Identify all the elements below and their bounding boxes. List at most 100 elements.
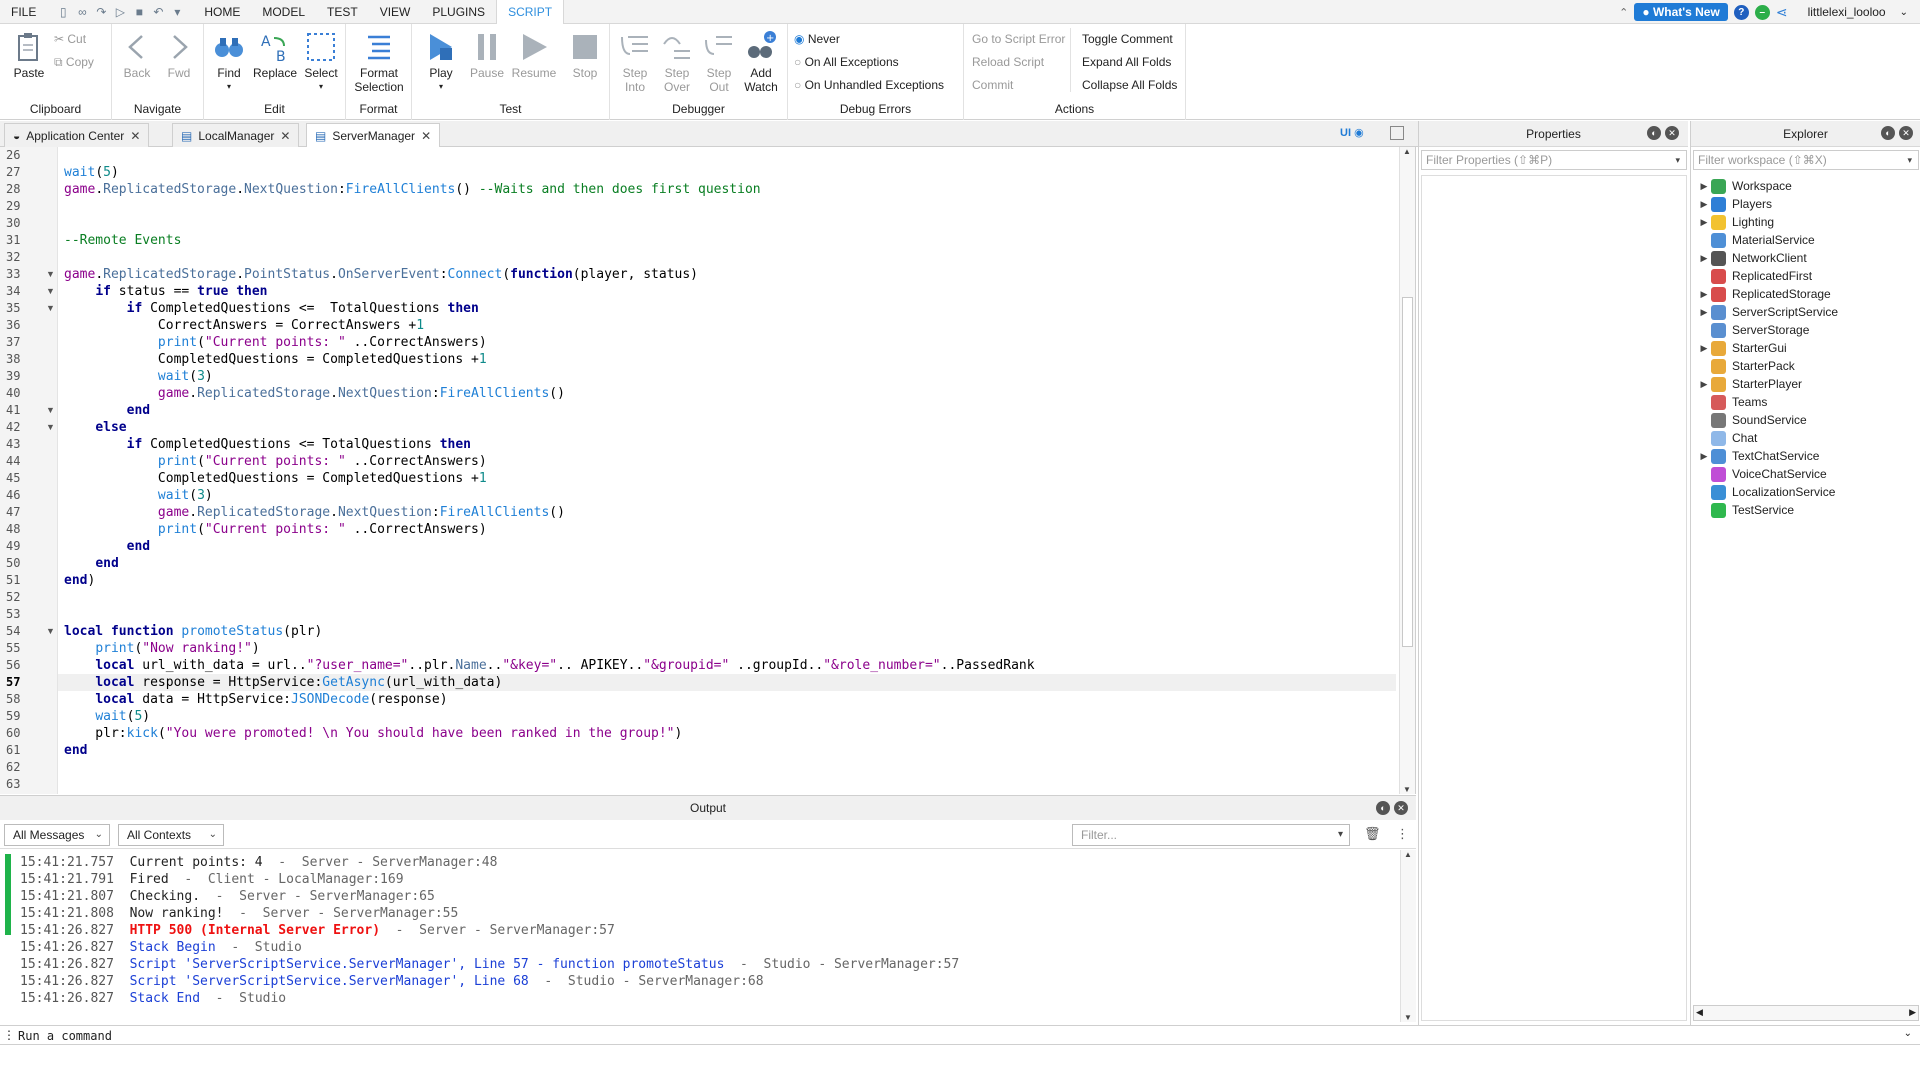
customize-chevron-icon[interactable]: ▾: [169, 4, 185, 20]
contexts-filter-dropdown[interactable]: All Contexts ⌄: [118, 824, 224, 846]
pause-button[interactable]: Pause: [466, 30, 508, 80]
close-panel-icon[interactable]: ✕: [1665, 126, 1679, 140]
menu-file[interactable]: FILE: [0, 0, 47, 24]
forward-button[interactable]: Fwd: [158, 30, 200, 80]
log-line[interactable]: 15:41:21.807 Checking. - Server - Server…: [20, 888, 435, 905]
scroll-up-icon[interactable]: ▲: [1403, 147, 1411, 156]
toggle-comment-button[interactable]: Toggle Comment: [1082, 31, 1173, 47]
binoculars-icon[interactable]: ∞: [74, 4, 90, 20]
explorer-item[interactable]: ▶ ServerScriptService: [1697, 303, 1838, 321]
expand-arrow-icon[interactable]: ▶: [1697, 177, 1711, 195]
output-filter-input[interactable]: Filter... ▾: [1072, 824, 1350, 846]
scroll-up-icon[interactable]: ▲: [1404, 850, 1412, 859]
explorer-hscrollbar[interactable]: ◀ ▶: [1693, 1005, 1919, 1021]
explorer-item[interactable]: MaterialService: [1697, 231, 1815, 249]
scroll-right-icon[interactable]: ▶: [1909, 1007, 1916, 1018]
fold-toggle-icon[interactable]: ▼: [46, 402, 55, 419]
more-options-icon[interactable]: ⋮: [1396, 826, 1409, 842]
log-line[interactable]: 15:41:21.808 Now ranking! - Server - Ser…: [20, 905, 458, 922]
menu-script[interactable]: SCRIPT: [496, 0, 565, 24]
reload-script-button[interactable]: Reload Script: [972, 54, 1044, 70]
scroll-down-icon[interactable]: ▼: [1404, 1013, 1412, 1022]
explorer-item[interactable]: ▶ StarterGui: [1697, 339, 1787, 357]
menu-plugins[interactable]: PLUGINS: [421, 0, 496, 24]
log-line[interactable]: 15:41:26.827 Script 'ServerScriptService…: [20, 956, 959, 973]
float-panel-icon[interactable]: ◐: [1647, 126, 1661, 140]
explorer-item[interactable]: StarterPack: [1697, 357, 1795, 375]
properties-filter-input[interactable]: Filter Properties (⇧⌘P) ▾: [1421, 150, 1687, 170]
copy-button[interactable]: ⧉ Copy: [54, 54, 94, 70]
username[interactable]: littlelexi_looloo: [1808, 5, 1886, 19]
step-over-button[interactable]: Step Over: [656, 30, 698, 94]
close-icon[interactable]: ✕: [280, 129, 290, 143]
messages-filter-dropdown[interactable]: All Messages ⌄: [4, 824, 110, 846]
new-file-icon[interactable]: ▯: [55, 4, 71, 20]
explorer-item[interactable]: LocalizationService: [1697, 483, 1835, 501]
explorer-item[interactable]: VoiceChatService: [1697, 465, 1827, 483]
split-view-icon[interactable]: [1390, 126, 1404, 140]
fold-toggle-icon[interactable]: ▼: [46, 283, 55, 300]
scroll-left-icon[interactable]: ◀: [1696, 1007, 1703, 1018]
editor-scrollbar-thumb[interactable]: [1402, 297, 1413, 647]
float-panel-icon[interactable]: ◐: [1881, 126, 1895, 140]
expand-arrow-icon[interactable]: ▶: [1697, 447, 1711, 465]
code-editor[interactable]: 26 27 28 29 30 31 32 33 34 35 36 37 38 39 40 41 42 43 44 45…: [0, 147, 1416, 794]
explorer-item[interactable]: ▶ StarterPlayer: [1697, 375, 1802, 393]
menu-test[interactable]: TEST: [316, 0, 369, 24]
expand-arrow-icon[interactable]: ▶: [1697, 285, 1711, 303]
fold-toggle-icon[interactable]: ▼: [46, 419, 55, 436]
fold-toggle-icon[interactable]: ▼: [46, 266, 55, 283]
output-scrollbar[interactable]: ▲ ▼: [1400, 850, 1416, 1022]
expand-arrow-icon[interactable]: ▶: [1697, 213, 1711, 231]
close-panel-icon[interactable]: ✕: [1899, 126, 1913, 140]
log-line[interactable]: 15:41:21.757 Current points: 4 - Server …: [20, 854, 497, 871]
help-icon[interactable]: ?: [1733, 4, 1749, 20]
expand-all-folds-button[interactable]: Expand All Folds: [1082, 54, 1171, 70]
add-watch-button[interactable]: + Add Watch: [740, 30, 782, 94]
explorer-item[interactable]: ▶ Lighting: [1697, 213, 1774, 231]
explorer-item[interactable]: ▶ Workspace: [1697, 177, 1792, 195]
paste-button[interactable]: Paste: [8, 30, 50, 80]
tab-local-manager[interactable]: ▤ LocalManager ✕: [172, 123, 300, 147]
play-button[interactable]: Play ▾: [420, 30, 462, 94]
expand-arrow-icon[interactable]: ▶: [1697, 303, 1711, 321]
explorer-item[interactable]: ▶ ReplicatedStorage: [1697, 285, 1831, 303]
tab-server-manager[interactable]: ▤ ServerManager ✕: [306, 123, 441, 148]
commit-button[interactable]: Commit: [972, 77, 1013, 93]
trash-icon[interactable]: 🗑: [1364, 826, 1381, 842]
menu-view[interactable]: VIEW: [369, 0, 422, 24]
explorer-item[interactable]: ReplicatedFirst: [1697, 267, 1812, 285]
ui-toggle[interactable]: UI ◉: [1340, 126, 1364, 139]
explorer-item[interactable]: TestService: [1697, 501, 1794, 519]
expand-arrow-icon[interactable]: ▶: [1697, 375, 1711, 393]
editor-scrollbar[interactable]: ▲ ▼: [1399, 147, 1415, 794]
log-line[interactable]: 15:41:26.827 HTTP 500 (Internal Server E…: [20, 922, 615, 939]
user-menu-chevron-icon[interactable]: ⌄: [1900, 7, 1908, 18]
unhandled-exceptions-radio[interactable]: ○ On Unhandled Exceptions: [794, 77, 944, 93]
explorer-item[interactable]: SoundService: [1697, 411, 1807, 429]
find-button[interactable]: Find ▾: [208, 30, 250, 94]
select-button[interactable]: Select ▾: [300, 30, 342, 94]
explorer-item[interactable]: ▶ Players: [1697, 195, 1772, 213]
menu-model[interactable]: MODEL: [251, 0, 316, 24]
whats-new-button[interactable]: ● What's New: [1634, 3, 1728, 21]
close-icon[interactable]: ✕: [421, 129, 431, 143]
explorer-item[interactable]: ▶ NetworkClient: [1697, 249, 1807, 267]
step-into-button[interactable]: Step Into: [614, 30, 656, 94]
play-here-icon[interactable]: ▷: [112, 4, 128, 20]
resume-button[interactable]: Resume: [510, 30, 558, 80]
log-line[interactable]: 15:41:26.827 Stack End - Studio: [20, 990, 286, 1007]
status-icon[interactable]: –: [1754, 4, 1770, 20]
never-radio[interactable]: ◉ Never: [794, 31, 840, 47]
collapse-ribbon-icon[interactable]: ⌃: [1619, 6, 1628, 19]
expand-arrow-icon[interactable]: ▶: [1697, 339, 1711, 357]
all-exceptions-radio[interactable]: ○ On All Exceptions: [794, 54, 899, 70]
close-panel-icon[interactable]: ✕: [1394, 801, 1408, 815]
fold-toggle-icon[interactable]: ▼: [46, 623, 55, 640]
undo-icon[interactable]: ↶: [150, 4, 166, 20]
stop-button[interactable]: Stop: [564, 30, 606, 80]
scroll-down-icon[interactable]: ▼: [1403, 785, 1411, 794]
command-history-chevron-icon[interactable]: ⌄: [1904, 1028, 1912, 1039]
log-line[interactable]: 15:41:26.827 Script 'ServerScriptService…: [20, 973, 764, 990]
command-input[interactable]: Run a command: [18, 1029, 112, 1043]
